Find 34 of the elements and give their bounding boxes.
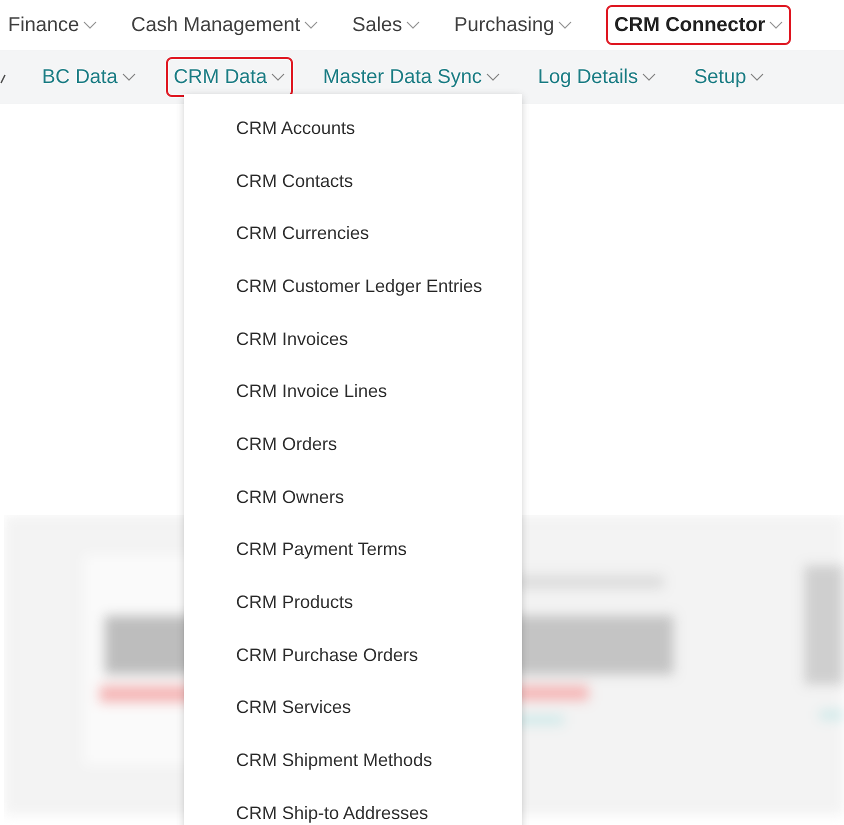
menu-tab[interactable]: Log Details xyxy=(530,57,664,97)
chevron-down-icon xyxy=(642,73,656,81)
chevron-down-icon xyxy=(270,73,285,81)
menu-item[interactable]: CRM Owners xyxy=(184,470,522,524)
menu-item[interactable]: CRM Invoice Lines xyxy=(184,365,522,418)
menu-item[interactable]: CRM Products xyxy=(184,576,522,629)
menu-tab[interactable]: Master Data Sync xyxy=(314,57,508,97)
scroll-left-icon[interactable] xyxy=(0,74,6,84)
menu-item[interactable]: CRM Customer Ledger Entries xyxy=(184,260,522,313)
menu-tab[interactable]: Purchasing xyxy=(454,5,572,45)
chevron-down-icon xyxy=(750,73,764,81)
chevron-down-icon xyxy=(122,73,136,81)
menu-tab[interactable]: CRM Connector xyxy=(606,5,792,45)
menu-tab[interactable]: Cash Management xyxy=(131,5,318,45)
menu-tab[interactable]: Sales xyxy=(352,5,420,45)
menu-tab[interactable]: Finance xyxy=(8,5,98,45)
menu-item[interactable]: CRM Invoices xyxy=(184,312,522,366)
chevron-down-icon xyxy=(83,21,98,29)
chevron-down-icon xyxy=(558,21,572,29)
menu-item[interactable]: CRM Contacts xyxy=(184,154,522,208)
menu-tab[interactable]: BC Data xyxy=(34,57,144,97)
menu-item[interactable]: CRM Purchase Orders xyxy=(184,628,522,682)
chevron-down-icon xyxy=(486,73,500,81)
menu-tab[interactable]: Setup xyxy=(686,57,772,97)
chevron-down-icon xyxy=(304,21,318,29)
menu-item[interactable]: CRM Orders xyxy=(184,418,522,471)
chevron-down-icon xyxy=(769,21,784,29)
chevron-down-icon xyxy=(406,21,420,29)
menu-item[interactable]: CRM Accounts xyxy=(184,102,522,155)
menu-item[interactable]: CRM Payment Terms xyxy=(184,524,522,576)
menu-item[interactable]: CRM Ship-to Addresses xyxy=(184,786,522,825)
menu-item[interactable]: CRM Currencies xyxy=(184,207,522,260)
menu-item[interactable]: CRM Shipment Methods xyxy=(184,734,522,787)
menu-item[interactable]: CRM Services xyxy=(184,682,522,734)
